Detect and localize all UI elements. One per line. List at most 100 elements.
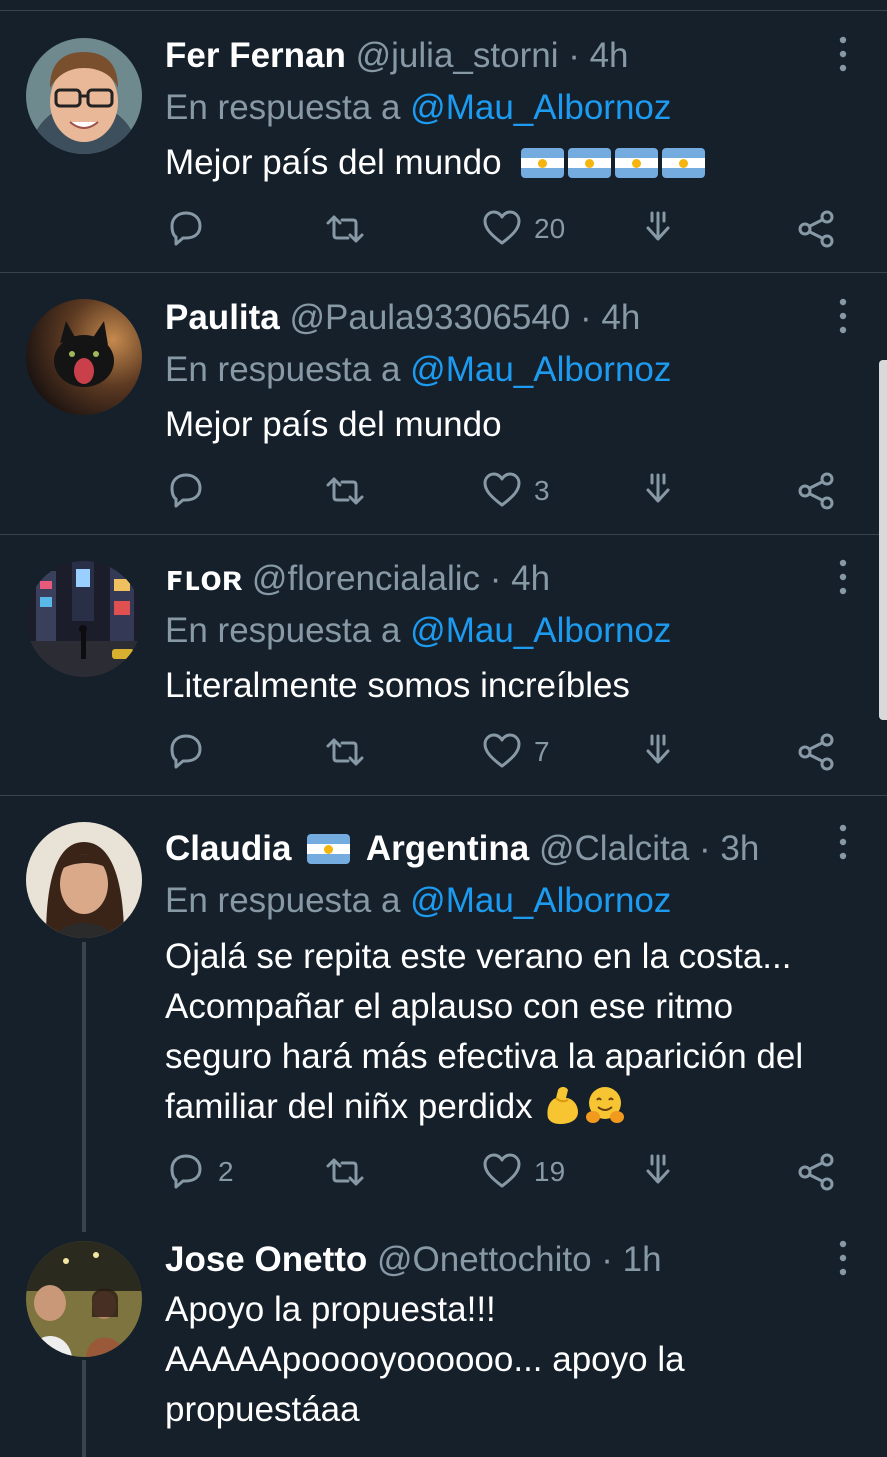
share-button[interactable] <box>638 727 678 777</box>
share-arrow-icon <box>646 473 670 503</box>
reply-prefix: En respuesta a <box>165 350 401 389</box>
separator-dot: · <box>489 559 502 598</box>
user-handle[interactable]: @Onettochito <box>377 1240 592 1279</box>
tweet-time[interactable]: 4h <box>590 36 629 75</box>
retweet-button[interactable] <box>325 727 365 777</box>
thread-connector-line <box>82 1360 86 1457</box>
user-handle[interactable]: @julia_storni <box>356 36 559 75</box>
avatar-fer-fernan[interactable] <box>26 38 142 154</box>
tweet-text-line: seguro hará más efectiva la aparición de… <box>165 1037 804 1076</box>
reply-icon <box>170 473 202 508</box>
tweet-text-line: AAAAApooooyoooooo... apoyo la <box>165 1340 685 1379</box>
argentina-flag-emoji <box>568 148 612 178</box>
share-button[interactable] <box>638 204 678 254</box>
share-button[interactable] <box>638 466 678 516</box>
tweet-text-line: Acompañar el aplauso con ese ritmo <box>165 987 734 1026</box>
tweet-actions: 20 <box>0 204 887 254</box>
reply-mention-link[interactable]: @Mau_Albornoz <box>410 611 671 650</box>
tweet-header: ꜰʟᴏʀ @florencialalic · 4h <box>165 553 550 605</box>
tweet-actions: 7 <box>0 727 887 777</box>
display-name[interactable]: ꜰʟᴏʀ <box>165 559 242 598</box>
retweet-icon <box>326 738 364 766</box>
tweet-text: Apoyo la propuesta!!! AAAAApooooyoooooo.… <box>165 1285 865 1435</box>
tweet-menu-button[interactable] <box>797 1147 837 1197</box>
share-arrow-icon <box>646 1154 670 1184</box>
display-name-part2[interactable]: Argentina <box>366 829 529 868</box>
heart-icon <box>483 733 521 768</box>
separator-dot: · <box>580 298 592 337</box>
more-vertical-icon[interactable] <box>832 822 854 862</box>
user-handle[interactable]: @Paula93306540 <box>290 298 571 337</box>
tweet-header: Claudia Argentina @Clalcita · 3h <box>165 823 759 875</box>
argentina-flag-emoji <box>521 148 565 178</box>
scrollbar-thumb[interactable] <box>879 360 887 720</box>
avatar-jose-onetto[interactable] <box>26 1241 142 1357</box>
display-name-part1[interactable]: Claudia <box>165 829 291 868</box>
tweet-header: Jose Onetto @Onettochito · 1h <box>165 1234 662 1286</box>
tweet-text: Mejor país del mundo <box>165 138 865 188</box>
reply-mention-link[interactable]: @Mau_Albornoz <box>410 881 671 920</box>
like-button[interactable]: 20 <box>482 204 565 254</box>
reply-context: En respuesta a @Mau_Albornoz <box>165 344 671 396</box>
like-button[interactable]: 3 <box>482 466 550 516</box>
tweet-time[interactable]: 1h <box>623 1240 662 1279</box>
tweet-menu-button[interactable] <box>797 727 837 777</box>
tweet-text-line: propuestáaa <box>165 1390 360 1429</box>
tweet-time[interactable]: 3h <box>720 829 759 868</box>
more-vertical-icon[interactable] <box>832 557 854 597</box>
reply-mention-link[interactable]: @Mau_Albornoz <box>410 88 671 127</box>
retweet-icon <box>326 215 364 243</box>
share-nodes-icon <box>798 733 834 771</box>
argentina-flag-emoji <box>615 148 659 178</box>
tweet-menu-button[interactable] <box>797 204 837 254</box>
display-name[interactable]: Jose Onetto <box>165 1240 367 1279</box>
reply-button[interactable] <box>166 204 206 254</box>
avatar-flor[interactable] <box>26 561 142 677</box>
tweet-divider <box>0 272 887 273</box>
reply-icon <box>170 1154 202 1189</box>
retweet-button[interactable] <box>325 466 365 516</box>
tweet-menu-button[interactable] <box>797 466 837 516</box>
tweet-text-line: Ojalá se repita este verano en la costa.… <box>165 937 792 976</box>
tweet-text-line: familiar del niñx perdidx <box>165 1087 533 1126</box>
user-handle[interactable]: @Clalcita <box>539 829 689 868</box>
user-handle[interactable]: @florencialalic <box>252 559 480 598</box>
share-arrow-icon <box>646 734 670 764</box>
share-nodes-icon <box>798 210 834 248</box>
display-name[interactable]: Paulita <box>165 298 280 337</box>
separator-dot: · <box>699 829 711 868</box>
like-count: 20 <box>534 213 566 244</box>
reply-prefix: En respuesta a <box>165 611 401 650</box>
tweet-text-line: Apoyo la propuesta!!! <box>165 1290 496 1329</box>
reply-button[interactable]: 2 <box>166 1147 234 1197</box>
share-button[interactable] <box>638 1147 678 1197</box>
reply-context: En respuesta a @Mau_Albornoz <box>165 605 671 657</box>
display-name[interactable]: Fer Fernan <box>165 36 346 75</box>
tweet-header: Fer Fernan @julia_storni · 4h <box>165 30 629 82</box>
retweet-icon <box>326 1158 364 1186</box>
tweet-time[interactable]: 4h <box>511 559 550 598</box>
more-vertical-icon[interactable] <box>832 34 854 74</box>
avatar-paulita[interactable] <box>26 299 142 415</box>
retweet-icon <box>326 477 364 505</box>
argentina-flag-emoji <box>662 148 706 178</box>
more-vertical-icon[interactable] <box>832 1238 854 1278</box>
argentina-flag-emoji <box>307 834 351 864</box>
reply-icon <box>170 734 202 769</box>
tweet-text-content: Literalmente somos increíbles <box>165 666 630 705</box>
reply-prefix: En respuesta a <box>165 88 401 127</box>
reply-mention-link[interactable]: @Mau_Albornoz <box>410 350 671 389</box>
like-button[interactable]: 7 <box>482 727 550 777</box>
retweet-button[interactable] <box>325 1147 365 1197</box>
reply-context: En respuesta a @Mau_Albornoz <box>165 82 671 134</box>
avatar-claudia[interactable] <box>26 822 142 938</box>
tweet-time[interactable]: 4h <box>601 298 640 337</box>
heart-icon <box>483 210 521 245</box>
separator-dot: · <box>601 1240 613 1279</box>
like-button[interactable]: 19 <box>482 1147 565 1197</box>
reply-button[interactable] <box>166 727 206 777</box>
tweet-divider <box>0 534 887 535</box>
more-vertical-icon[interactable] <box>832 296 854 336</box>
reply-button[interactable] <box>166 466 206 516</box>
retweet-button[interactable] <box>325 204 365 254</box>
